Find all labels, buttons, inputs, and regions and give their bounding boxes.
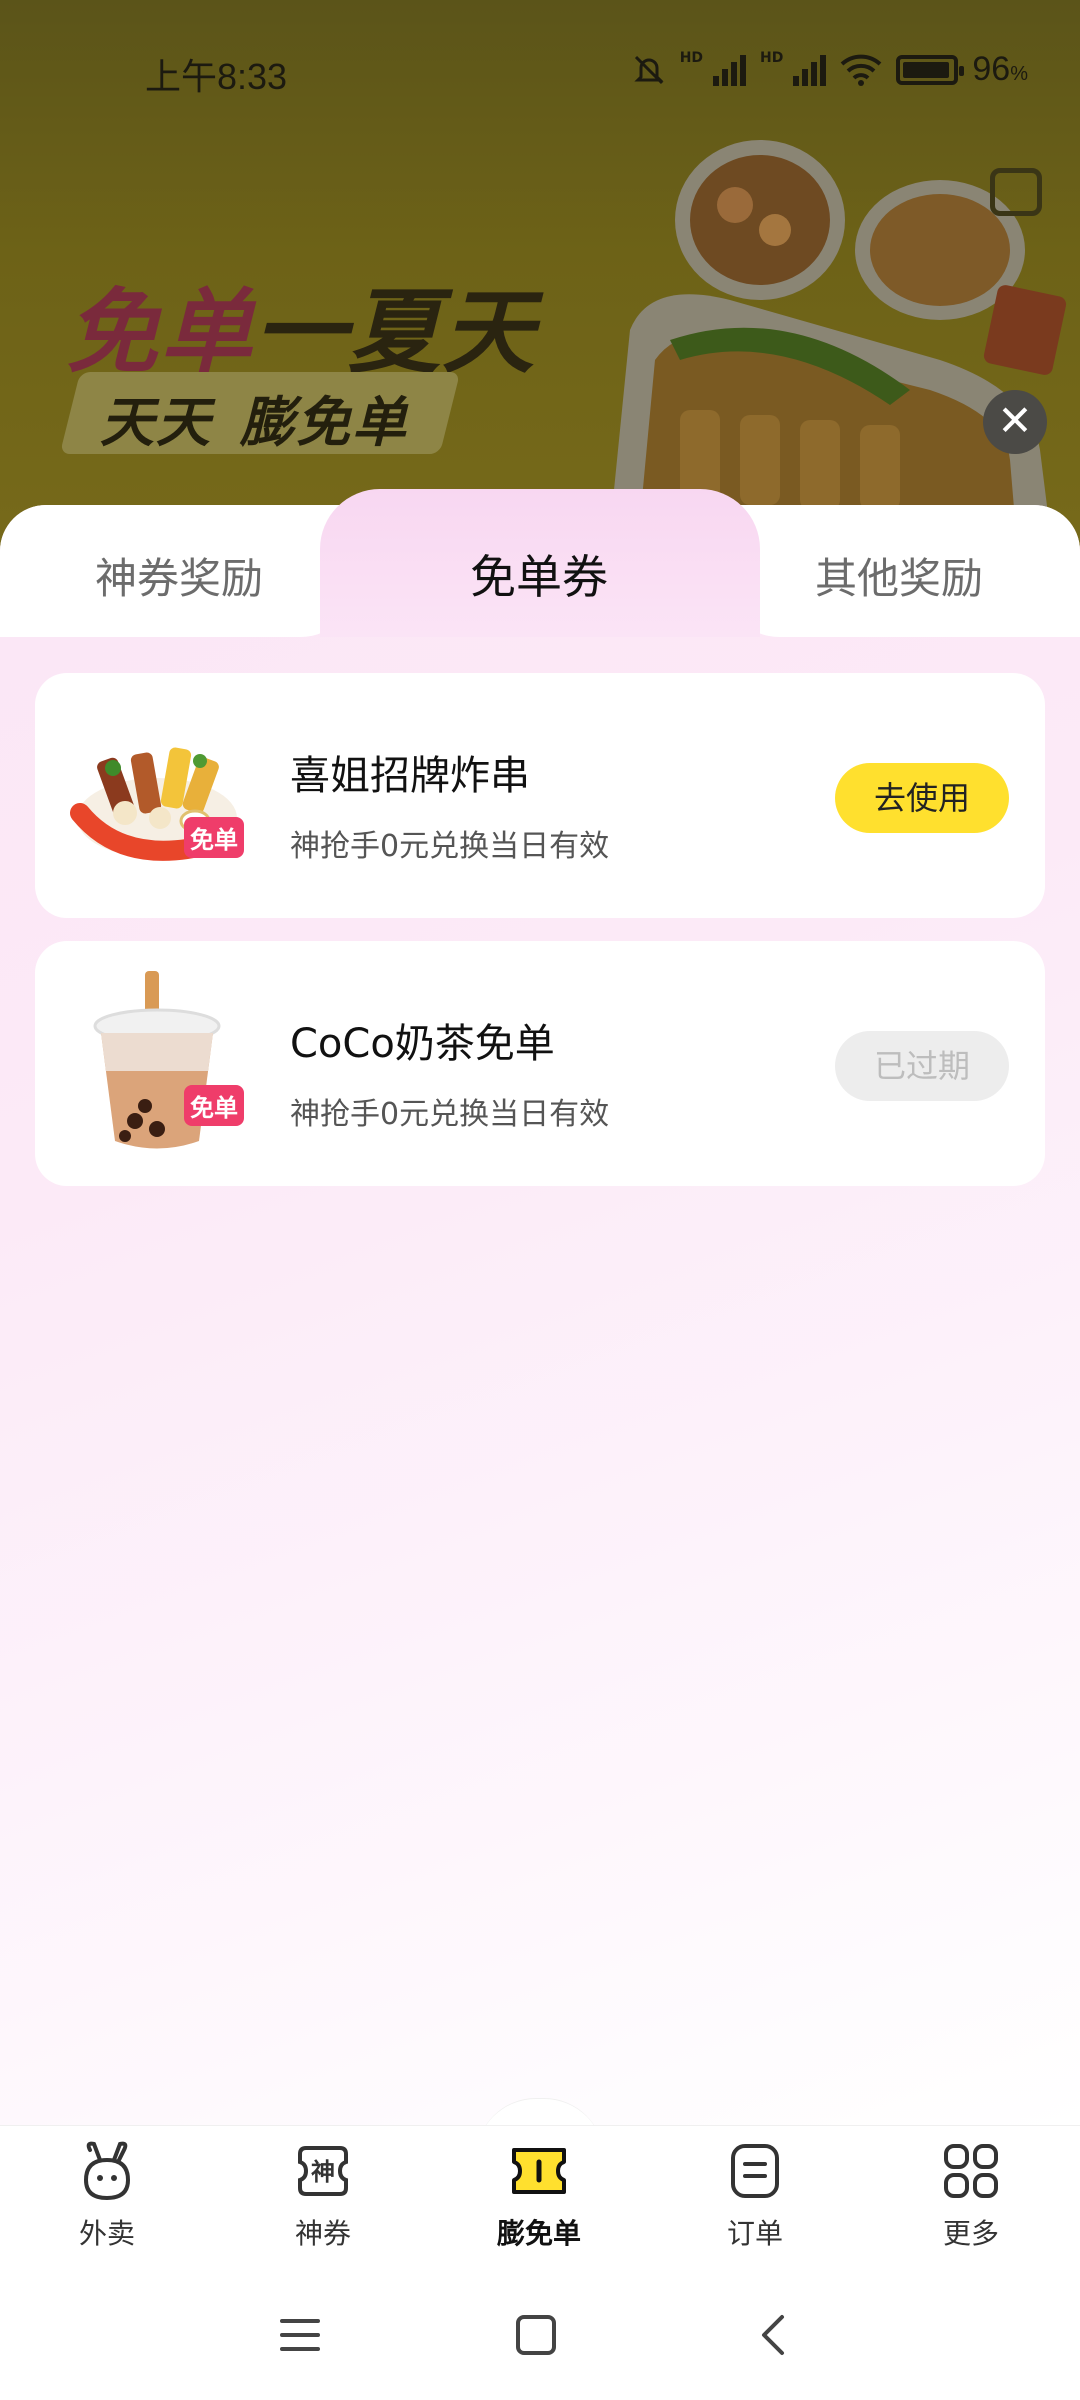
- coupon-icon: 神: [292, 2140, 354, 2202]
- tab-bar: 神券奖励 免单券 其他奖励: [0, 489, 1080, 637]
- hd-icon: HD: [679, 49, 704, 66]
- coupon-title: CoCo奶茶免单: [290, 1021, 555, 1067]
- rewards-sheet: 神券奖励 免单券 其他奖励 免单 喜姐招牌炸串 神抢手0元兑换当日有效 去使用: [0, 489, 1080, 2125]
- status-bar: 上午8:33 HD HD 96%: [0, 0, 1080, 140]
- share-icon[interactable]: [990, 168, 1042, 216]
- coupon-title: 喜姐招牌炸串: [290, 753, 530, 799]
- tab-coupon-rewards[interactable]: 神券奖励: [95, 545, 263, 606]
- nav-item-takeout[interactable]: 外卖: [32, 2140, 182, 2252]
- signal-icon: [713, 54, 747, 86]
- order-icon: [724, 2140, 786, 2202]
- promo-banner: 上午8:33 HD HD 96% 免单一夏天 天天 膨免单 ✕: [0, 0, 1080, 560]
- mute-bell-icon: [634, 55, 664, 84]
- nav-item-coupons[interactable]: 神 神券: [248, 2140, 398, 2252]
- nav-item-orders[interactable]: 订单: [680, 2140, 830, 2252]
- coupon-card: 免单 喜姐招牌炸串 神抢手0元兑换当日有效 去使用: [35, 673, 1045, 918]
- promo-subtitle: 天天 膨免单: [100, 391, 408, 454]
- system-nav-bar: [0, 2273, 1080, 2400]
- menu-icon[interactable]: [278, 2313, 322, 2357]
- close-button[interactable]: ✕: [983, 390, 1047, 454]
- battery-percent: 96%: [972, 50, 1028, 88]
- status-icons: HD HD 96%: [632, 50, 1028, 89]
- svg-text:神: 神: [311, 2158, 335, 2186]
- ticket-icon: [508, 2140, 570, 2202]
- nav-item-more[interactable]: 更多: [896, 2140, 1046, 2252]
- home-icon[interactable]: [514, 2313, 558, 2357]
- free-badge: 免单: [184, 1085, 244, 1126]
- nav-label: 订单: [726, 2217, 783, 2250]
- free-badge: 免单: [184, 817, 244, 858]
- wifi-icon: [841, 54, 882, 86]
- battery-icon: [896, 54, 965, 85]
- use-button[interactable]: 去使用: [835, 763, 1009, 833]
- status-time: 上午8:33: [145, 56, 288, 97]
- nav-label: 神券: [294, 2217, 351, 2250]
- tab-free-order-coupons[interactable]: 免单券: [470, 541, 608, 607]
- milk-tea-image: 免单: [65, 971, 250, 1156]
- back-icon[interactable]: [752, 2313, 796, 2357]
- bottom-nav: 外卖 神 神券 膨免单 订单 更多: [0, 2125, 1080, 2273]
- coupon-card: 免单 CoCo奶茶免单 神抢手0元兑换当日有效 已过期: [35, 941, 1045, 1186]
- nav-label: 膨免单: [496, 2217, 581, 2250]
- nav-label: 外卖: [78, 2217, 135, 2250]
- coupon-desc: 神抢手0元兑换当日有效: [290, 1097, 610, 1132]
- nav-item-free-order[interactable]: 膨免单: [464, 2140, 614, 2252]
- nav-label: 更多: [942, 2217, 999, 2250]
- tab-other-rewards[interactable]: 其他奖励: [815, 545, 983, 606]
- hd-icon-2: HD: [760, 49, 784, 66]
- rabbit-icon: [76, 2140, 138, 2202]
- grid-icon: [940, 2140, 1002, 2202]
- expired-button: 已过期: [835, 1031, 1009, 1101]
- fried-skewers-image: 免单: [65, 703, 250, 888]
- coupon-desc: 神抢手0元兑换当日有效: [290, 829, 610, 864]
- signal-icon-2: [793, 54, 827, 86]
